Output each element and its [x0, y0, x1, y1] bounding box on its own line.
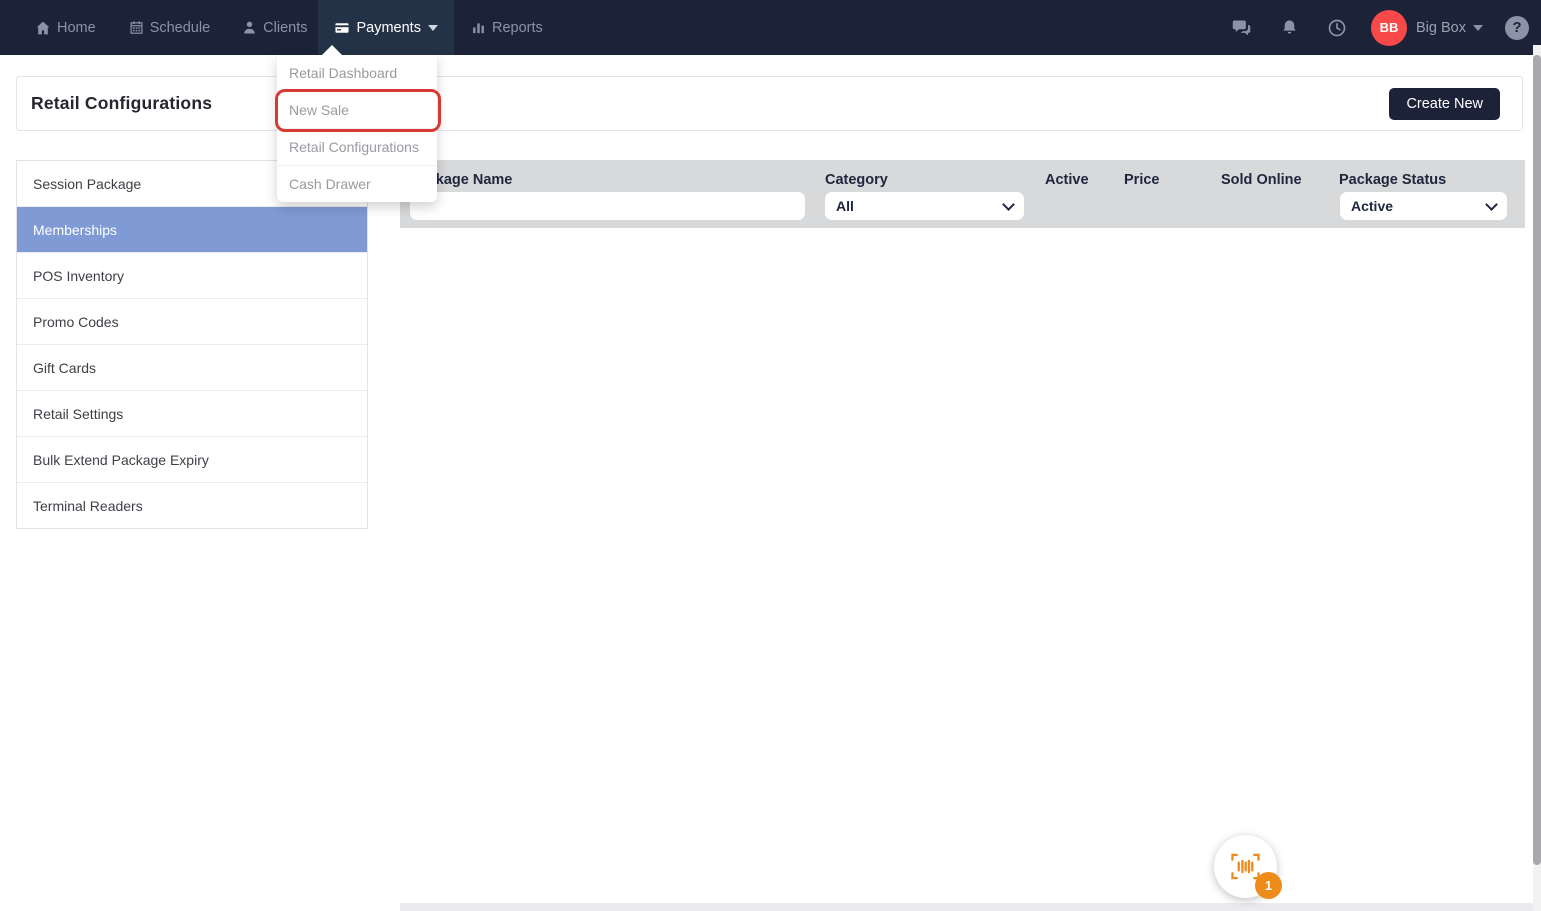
menu-item-cash-drawer[interactable]: Cash Drawer: [277, 166, 437, 202]
account-chevron-down-icon[interactable]: [1473, 25, 1483, 31]
nav-item-schedule[interactable]: Schedule: [129, 0, 210, 55]
column-header-price: Price: [1124, 172, 1159, 188]
column-header-sold-online: Sold Online: [1221, 172, 1302, 188]
vertical-scrollbar[interactable]: [1533, 45, 1541, 911]
sidebar-item-bulk-extend-package-expiry[interactable]: Bulk Extend Package Expiry: [17, 437, 367, 483]
help-icon[interactable]: ?: [1505, 16, 1529, 40]
account-avatar[interactable]: BB: [1371, 10, 1407, 46]
sidebar-item-terminal-readers[interactable]: Terminal Readers: [17, 483, 367, 528]
package-status-filter-select[interactable]: Active: [1340, 192, 1507, 220]
nav-item-label: Clients: [263, 20, 307, 36]
menu-item-label: Retail Configurations: [289, 139, 419, 155]
chat-icon[interactable]: [1231, 17, 1252, 38]
packages-table: Package Name Category Active Price Sold …: [400, 160, 1525, 903]
nav-item-home[interactable]: Home: [35, 0, 96, 55]
chevron-down-icon: [428, 25, 438, 31]
menu-item-retail-configurations[interactable]: Retail Configurations: [277, 129, 437, 166]
package-status-filter-value: Active: [1351, 198, 1393, 214]
menu-item-new-sale[interactable]: New Sale: [277, 92, 437, 129]
menu-item-label: Cash Drawer: [289, 176, 371, 192]
chevron-down-icon: [1485, 198, 1498, 211]
scanner-badge-count: 1: [1255, 872, 1282, 899]
notifications-bell-icon[interactable]: [1280, 18, 1299, 37]
horizontal-scrollbar[interactable]: [400, 903, 1533, 911]
sidebar-item-pos-inventory[interactable]: POS Inventory: [17, 253, 367, 299]
bar-chart-icon: [471, 20, 486, 35]
recent-clock-icon[interactable]: [1327, 18, 1347, 38]
menu-item-label: Retail Dashboard: [289, 65, 397, 81]
nav-item-label: Payments: [356, 20, 420, 36]
column-header-category: Category: [825, 172, 888, 188]
menu-item-retail-dashboard[interactable]: Retail Dashboard: [277, 55, 437, 92]
column-header-package-status: Package Status: [1339, 172, 1446, 188]
page-title: Retail Configurations: [31, 93, 212, 114]
calendar-icon: [129, 20, 144, 35]
account-name[interactable]: Big Box: [1416, 20, 1466, 36]
chevron-down-icon: [1002, 198, 1015, 211]
sidebar-item-gift-cards[interactable]: Gift Cards: [17, 345, 367, 391]
nav-item-label: Schedule: [150, 20, 210, 36]
sidebar-item-retail-settings[interactable]: Retail Settings: [17, 391, 367, 437]
sidebar-item-memberships[interactable]: Memberships: [17, 207, 367, 253]
person-icon: [242, 20, 257, 35]
nav-item-label: Reports: [492, 20, 543, 36]
sidebar-item-promo-codes[interactable]: Promo Codes: [17, 299, 367, 345]
package-name-filter-input[interactable]: [410, 192, 805, 220]
table-header: Package Name Category Active Price Sold …: [400, 160, 1525, 228]
menu-item-label: New Sale: [289, 102, 349, 118]
retail-configurations-screen: Home Schedule Clients Payments Reports B…: [0, 0, 1541, 911]
configurations-sidebar: Session PackageMembershipsPOS InventoryP…: [16, 160, 368, 529]
nav-item-clients[interactable]: Clients: [242, 0, 307, 55]
create-new-button[interactable]: Create New: [1389, 88, 1500, 120]
vertical-scrollbar-thumb[interactable]: [1533, 55, 1541, 865]
category-filter-select[interactable]: All: [825, 192, 1024, 220]
top-navbar: Home Schedule Clients Payments Reports B…: [0, 0, 1541, 55]
nav-item-reports[interactable]: Reports: [471, 0, 543, 55]
card-icon: [334, 20, 350, 36]
column-header-active: Active: [1045, 172, 1089, 188]
category-filter-value: All: [836, 198, 854, 214]
home-icon: [35, 20, 51, 36]
navbar-right: BB Big Box ?: [1231, 0, 1529, 55]
page-header: Retail Configurations Create New: [16, 76, 1523, 131]
payments-dropdown-menu: Retail Dashboard New Sale Retail Configu…: [277, 55, 437, 202]
nav-item-label: Home: [57, 20, 96, 36]
